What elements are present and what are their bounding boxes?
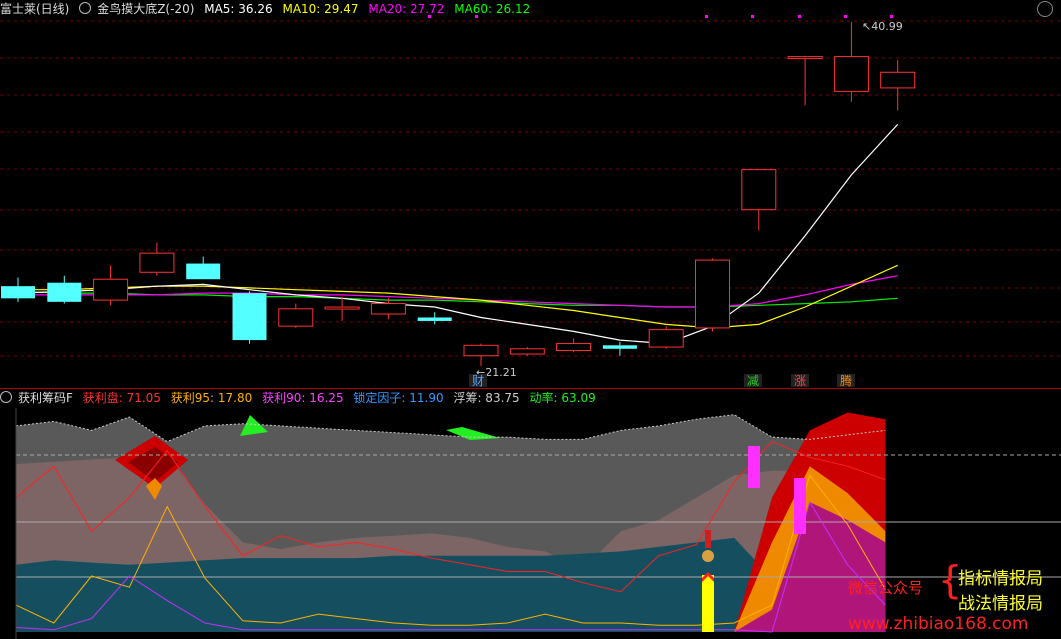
ma10-label: MA10: 29.47: [282, 2, 359, 16]
signal-dot: [890, 15, 893, 18]
candle-body: [509, 348, 545, 355]
badge-2: 涨: [794, 373, 806, 388]
watermark-line1: 指标情报局: [958, 569, 1043, 589]
candle-body: [648, 329, 684, 348]
signal-bar: [748, 446, 760, 488]
profit90-label: 获利90: 16.25: [262, 391, 344, 405]
candle-body: [833, 56, 869, 92]
candle-body: [370, 303, 406, 315]
high-price-marker: ↖40.99: [862, 20, 903, 33]
watermark-line2: 战法情报局: [958, 594, 1043, 614]
signal-dot: [798, 15, 801, 18]
candle-body: [186, 263, 221, 280]
lower-indicator-toggle[interactable]: 获利筹码F: [0, 391, 73, 405]
profit-label: 获利盘: 71.05: [82, 391, 161, 405]
candle-body: [556, 343, 592, 352]
candle-body: [278, 308, 314, 327]
float-chips-label: 浮筹: 83.75: [453, 391, 520, 405]
candle-body: [463, 344, 499, 357]
momentum-label: 动率: 63.09: [529, 391, 596, 405]
stock-title[interactable]: 富士莱(日线): [0, 2, 69, 16]
yellow-column: [702, 575, 714, 632]
ma5-label: MA5: 36.26: [204, 2, 273, 16]
badge-0: 财: [472, 374, 484, 388]
chart-canvas: ↖40.99←21.21财减涨腾: [0, 15, 1061, 639]
toggle-circle-icon[interactable]: [79, 2, 92, 14]
candle-body: [417, 317, 452, 321]
ma5-line: [17, 123, 899, 345]
signal-dot: [844, 15, 847, 18]
watermark-url: www.zhibiao168.com: [848, 614, 1029, 634]
candle-body: [880, 71, 916, 89]
signal-dot: [751, 15, 754, 18]
candle-body: [47, 282, 82, 302]
ma20-label: MA20: 27.72: [368, 2, 445, 16]
signal-dot: [705, 15, 708, 18]
candle-body: [741, 169, 777, 211]
badge-1: 减: [747, 374, 759, 388]
indicator-toggle[interactable]: 金鸟摸大底Z(-20): [79, 2, 194, 16]
ma20-line: [18, 275, 898, 308]
candle-body: [324, 306, 360, 310]
badge-3: 腾: [840, 373, 852, 388]
candle-body: [1, 286, 35, 299]
signal-bar: [794, 478, 806, 534]
watermark-wechat: 微信公众号: [848, 579, 924, 597]
ma10-line: [18, 264, 898, 329]
profit95-label: 获利95: 17.80: [170, 391, 253, 405]
coin-stem: [705, 530, 711, 548]
settings-gear-icon[interactable]: [1037, 1, 1053, 17]
candle-body: [232, 293, 267, 341]
candle-body: [695, 259, 730, 329]
ma60-label: MA60: 26.12: [454, 2, 531, 16]
candle-body: [787, 56, 823, 60]
candle-body: [139, 252, 175, 273]
toggle-circle-icon[interactable]: [0, 391, 12, 403]
lock-factor-label: 锁定因子: 11.90: [353, 391, 444, 405]
coin-icon: [702, 550, 714, 562]
candle-body: [93, 278, 129, 301]
indicator-name: 金鸟摸大底Z(-20): [97, 2, 195, 16]
candle-body: [602, 345, 637, 349]
lower-indicator-name: 获利筹码F: [18, 391, 73, 405]
